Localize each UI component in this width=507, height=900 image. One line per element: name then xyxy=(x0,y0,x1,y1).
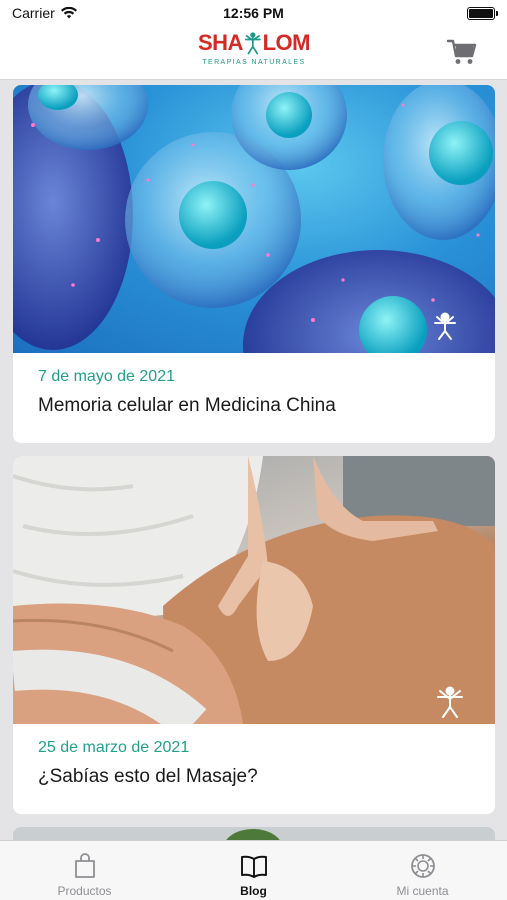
post-date: 7 de mayo de 2021 xyxy=(38,368,175,385)
account-icon xyxy=(410,854,435,878)
tab-label: Productos xyxy=(57,884,112,898)
tab-mi-cuenta[interactable]: Mi cuenta xyxy=(338,841,507,900)
tab-bar: Productos Blog Mi cuenta xyxy=(0,840,507,900)
post-date: 25 de marzo de 2021 xyxy=(38,739,190,756)
shalom-logo[interactable]: SHA LOM TERAPIAS NATURALES xyxy=(198,28,311,72)
book-icon xyxy=(240,855,267,878)
app-header: SHA LOM TERAPIAS NATURALES xyxy=(0,26,507,80)
blog-post-card[interactable]: 25 de marzo de 2021 ¿Sabías esto del Mas… xyxy=(13,456,495,814)
logo-subtitle: TERAPIAS NATURALES xyxy=(202,59,306,66)
shopping-bag-icon xyxy=(74,853,95,878)
tab-blog[interactable]: Blog xyxy=(169,841,338,900)
blog-post-card[interactable]: 7 de mayo de 2021 Memoria celular en Med… xyxy=(13,85,495,443)
carrier-label: Carrier xyxy=(12,5,55,21)
post-title[interactable]: ¿Sabías esto del Masaje? xyxy=(38,764,470,790)
blog-feed[interactable]: 7 de mayo de 2021 Memoria celular en Med… xyxy=(0,80,507,840)
post-text: 7 de mayo de 2021 Memoria celular en Med… xyxy=(13,353,495,419)
massage-image xyxy=(13,456,495,724)
logo-wordmark: SHA LOM xyxy=(198,28,311,58)
blog-post-card[interactable] xyxy=(13,827,495,840)
post-image-partial xyxy=(226,829,280,840)
logo-text-right: LOM xyxy=(262,30,311,55)
tab-label: Mi cuenta xyxy=(396,884,449,898)
tab-label: Blog xyxy=(240,884,267,898)
status-time: 12:56 PM xyxy=(223,5,284,21)
logo-text-left: SHA xyxy=(198,30,243,55)
massage-illustration xyxy=(13,456,495,724)
vitruvian-figure-icon xyxy=(244,32,261,55)
status-left: Carrier xyxy=(12,5,77,21)
cart-icon[interactable] xyxy=(447,38,477,66)
cells-illustration xyxy=(13,85,495,353)
battery-icon xyxy=(467,6,498,20)
post-title[interactable]: Memoria celular en Medicina China xyxy=(38,393,470,419)
cells-image xyxy=(13,85,495,353)
post-text: 25 de marzo de 2021 ¿Sabías esto del Mas… xyxy=(13,724,495,790)
wifi-icon xyxy=(60,7,77,19)
tab-productos[interactable]: Productos xyxy=(0,841,169,900)
status-bar: Carrier 12:56 PM xyxy=(0,0,507,26)
